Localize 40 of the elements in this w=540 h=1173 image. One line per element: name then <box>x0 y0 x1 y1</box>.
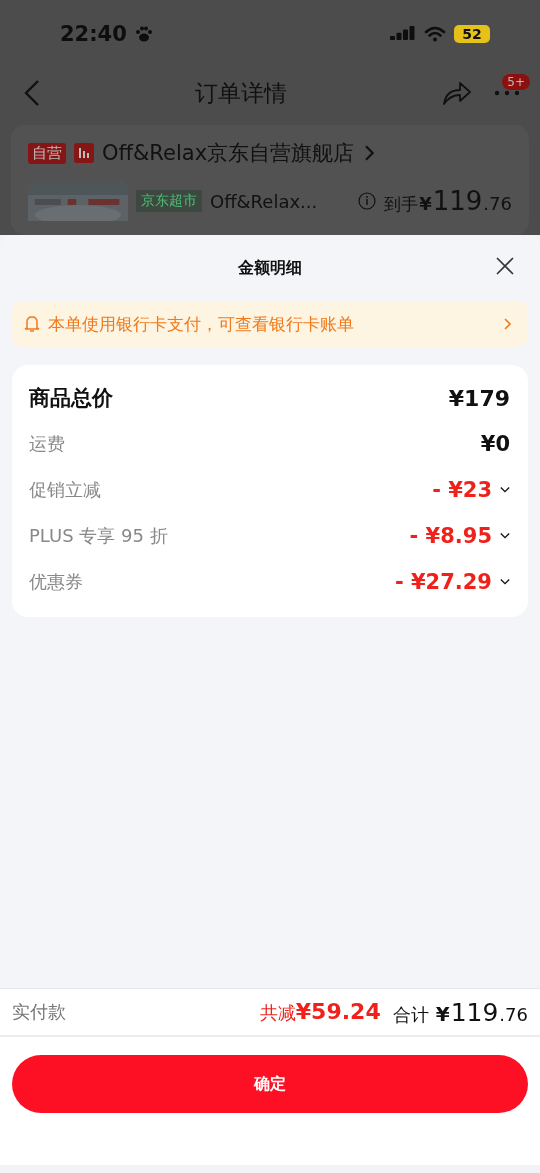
store-name[interactable]: Off&Relax京东自营旗舰店 <box>102 139 355 167</box>
total-savings: 共减¥59.24 <box>259 999 381 1025</box>
self-operated-tag: 自营 <box>28 142 66 164</box>
discount-toggle[interactable]: - ¥23 <box>432 478 510 502</box>
more-icon[interactable] <box>494 90 520 96</box>
paw-icon <box>134 24 153 43</box>
price-amount: ¥179 <box>448 385 510 411</box>
price-label: 商品总价 <box>29 385 113 412</box>
discount-toggle[interactable]: - ¥27.29 <box>394 570 510 594</box>
paid-label: 实付款 <box>12 1000 66 1024</box>
chevron-down-icon <box>500 531 510 541</box>
total-amount: 合计 ¥119.76 <box>392 997 528 1027</box>
confirm-button[interactable]: 确定 <box>12 1055 528 1113</box>
chevron-down-icon <box>500 485 510 495</box>
final-price: 到手¥119.76 <box>384 186 512 216</box>
price-label: PLUS 专享 95 折 <box>29 524 168 548</box>
price-label: 运费 <box>29 432 65 456</box>
status-time: 22:40 <box>60 21 127 46</box>
supermarket-tag: 京东超市 <box>136 190 202 212</box>
chevron-down-icon <box>500 577 510 587</box>
notice-text: 本单使用银行卡支付，可查看银行卡账单 <box>48 312 355 336</box>
close-button[interactable] <box>496 257 514 275</box>
store-logo-icon <box>74 143 94 163</box>
battery-level: 52 <box>454 24 490 43</box>
bank-card-notice[interactable]: 本单使用银行卡支付，可查看银行卡账单 <box>12 301 528 347</box>
price-label: 优惠券 <box>29 570 83 594</box>
page-title: 订单详情 <box>195 78 287 108</box>
bell-icon <box>24 315 40 333</box>
product-title[interactable]: Off&Relax... <box>210 190 351 212</box>
notification-badge: 5+ <box>502 74 530 90</box>
discount-toggle[interactable]: - ¥8.95 <box>409 524 510 548</box>
price-label: 促销立减 <box>29 478 101 502</box>
sheet-title: 金额明细 <box>238 257 302 279</box>
back-icon[interactable] <box>24 79 40 107</box>
price-amount: ¥0 <box>480 432 510 456</box>
share-icon[interactable] <box>442 80 472 106</box>
signal-icon <box>390 25 416 42</box>
wifi-icon <box>424 25 446 42</box>
chevron-right-icon <box>502 318 514 330</box>
info-icon[interactable] <box>358 192 377 210</box>
